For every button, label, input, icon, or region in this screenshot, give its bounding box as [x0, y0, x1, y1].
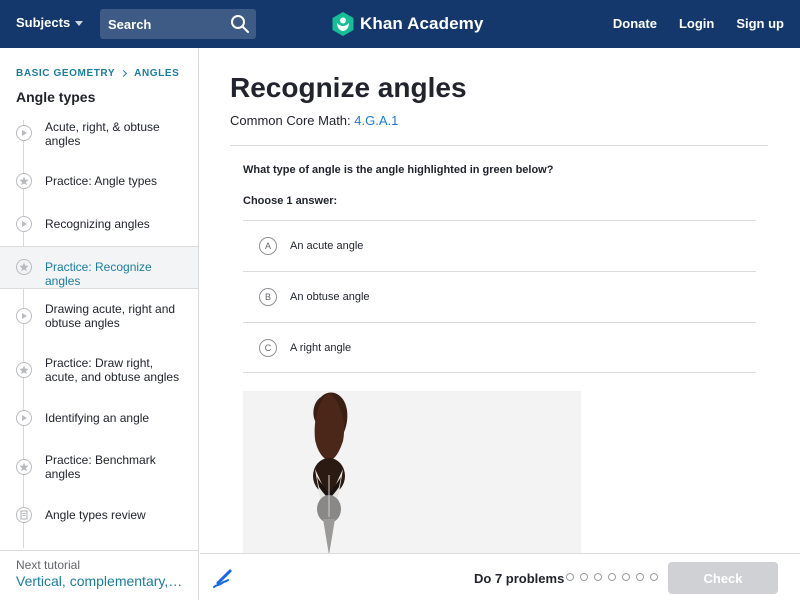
do-problems-label: Do 7 problems — [474, 571, 565, 586]
check-answer-button[interactable]: Check — [668, 562, 778, 594]
sidebar-item-practice-recognize-angles[interactable]: Practice: Recognize angles — [0, 246, 198, 289]
login-link[interactable]: Login — [679, 16, 714, 31]
exercise-footer: Do 7 problems Check — [200, 553, 800, 600]
next-tutorial-link[interactable]: Vertical, complementary, and supplementa… — [16, 573, 186, 589]
play-icon — [16, 125, 32, 141]
search-input[interactable] — [100, 9, 225, 39]
next-tutorial-caption: Next tutorial — [16, 558, 81, 572]
problem-progress-dots — [566, 573, 658, 581]
anteater-photo — [313, 392, 348, 553]
khan-academy-home-link[interactable]: Khan Academy — [332, 12, 483, 36]
star-icon — [16, 259, 32, 275]
progress-dot — [608, 573, 616, 581]
sidebar-item-practice-angle-types[interactable]: Practice: Angle types — [0, 160, 198, 202]
angle-figure-image — [243, 391, 581, 553]
exercise-content: Recognize angles Common Core Math: 4.G.A… — [200, 48, 800, 553]
sidebar-item-label: Practice: Angle types — [45, 174, 158, 188]
standard-code-link[interactable]: 4.G.A.1 — [354, 113, 398, 128]
tutorial-title: Angle types — [16, 89, 96, 105]
sidebar-item-label: Drawing acute, right and obtuse angles — [45, 302, 176, 330]
choice-text: An acute angle — [290, 240, 364, 252]
chevron-right-icon — [120, 69, 128, 78]
sidebar-item-recognizing-angles[interactable]: Recognizing angles — [0, 203, 198, 245]
sidebar-item-label: Angle types review — [45, 508, 146, 522]
breadcrumb-angles[interactable]: ANGLES — [134, 68, 179, 79]
star-icon — [16, 173, 32, 189]
sidebar-item-identifying-angle[interactable]: Identifying an angle — [0, 397, 198, 439]
divider — [230, 145, 768, 146]
question-text: What type of angle is the angle highligh… — [243, 164, 554, 176]
answer-choice-c[interactable]: C A right angle — [243, 322, 756, 373]
tutorial-item-list[interactable]: Acute, right, & obtuse angles Practice: … — [0, 120, 198, 548]
sidebar-item-practice-benchmark[interactable]: Practice: Benchmark angles — [0, 440, 198, 494]
khan-academy-logo-icon — [332, 12, 354, 36]
sidebar-item-practice-draw-angles[interactable]: Practice: Draw right, acute, and obtuse … — [0, 344, 198, 398]
choice-text: An obtuse angle — [290, 291, 370, 303]
breadcrumb: BASIC GEOMETRY ANGLES — [16, 68, 179, 79]
account-links: Donate Login Sign up — [613, 16, 784, 31]
sidebar-item-label: Practice: Benchmark angles — [45, 453, 156, 481]
progress-dot — [580, 573, 588, 581]
top-navigation-bar: Subjects Khan Academy Donate Login Sign … — [0, 0, 800, 48]
choice-letter-b: B — [259, 288, 277, 306]
progress-dot — [650, 573, 658, 581]
sidebar-item-angle-types-review[interactable]: Angle types review — [0, 494, 198, 536]
progress-dot — [636, 573, 644, 581]
choice-letter-a: A — [259, 237, 277, 255]
play-icon — [16, 410, 32, 426]
search-icon[interactable] — [230, 14, 250, 34]
brand-name: Khan Academy — [360, 14, 484, 33]
answer-choice-b[interactable]: B An obtuse angle — [243, 271, 756, 322]
sidebar-item-drawing-angles[interactable]: Drawing acute, right and obtuse angles — [0, 290, 198, 342]
play-icon — [16, 216, 32, 232]
standard-prefix: Common Core Math: — [230, 113, 351, 128]
subjects-label: Subjects — [16, 15, 71, 30]
play-icon — [16, 308, 32, 324]
progress-dot — [594, 573, 602, 581]
scratchpad-pencil-icon[interactable] — [212, 567, 234, 589]
page-title: Recognize angles — [230, 72, 467, 103]
choice-text: A right angle — [290, 342, 352, 354]
sidebar-item-label: Recognizing angles — [45, 217, 150, 231]
donate-link[interactable]: Donate — [613, 16, 657, 31]
star-icon — [16, 459, 32, 475]
star-icon — [16, 362, 32, 378]
next-tutorial-section: Next tutorial Vertical, complementary, a… — [0, 550, 198, 600]
article-icon — [16, 507, 32, 523]
search-box — [100, 9, 256, 39]
sidebar-item-label: Practice: Recognize angles — [45, 260, 152, 288]
progress-dot — [622, 573, 630, 581]
choice-letter-c: C — [259, 339, 277, 357]
breadcrumb-basic-geometry[interactable]: BASIC GEOMETRY — [16, 68, 115, 79]
progress-dot — [566, 573, 574, 581]
sidebar-item-label: Identifying an angle — [45, 411, 150, 425]
answer-choices: A An acute angle B An obtuse angle C A r… — [243, 220, 756, 373]
choose-answer-label: Choose 1 answer: — [243, 195, 338, 207]
signup-link[interactable]: Sign up — [736, 16, 784, 31]
caret-down-icon — [75, 21, 84, 26]
sidebar-item-acute-right-obtuse[interactable]: Acute, right, & obtuse angles — [0, 120, 198, 156]
tutorial-sidebar: BASIC GEOMETRY ANGLES Angle types Acute,… — [0, 48, 199, 600]
answer-choice-a[interactable]: A An acute angle — [243, 220, 756, 271]
sidebar-item-label: Practice: Draw right, acute, and obtuse … — [45, 356, 180, 384]
sidebar-item-label: Acute, right, & obtuse angles — [45, 120, 160, 148]
subjects-menu-button[interactable]: Subjects — [16, 15, 84, 30]
common-core-standard: Common Core Math: 4.G.A.1 — [230, 113, 398, 128]
